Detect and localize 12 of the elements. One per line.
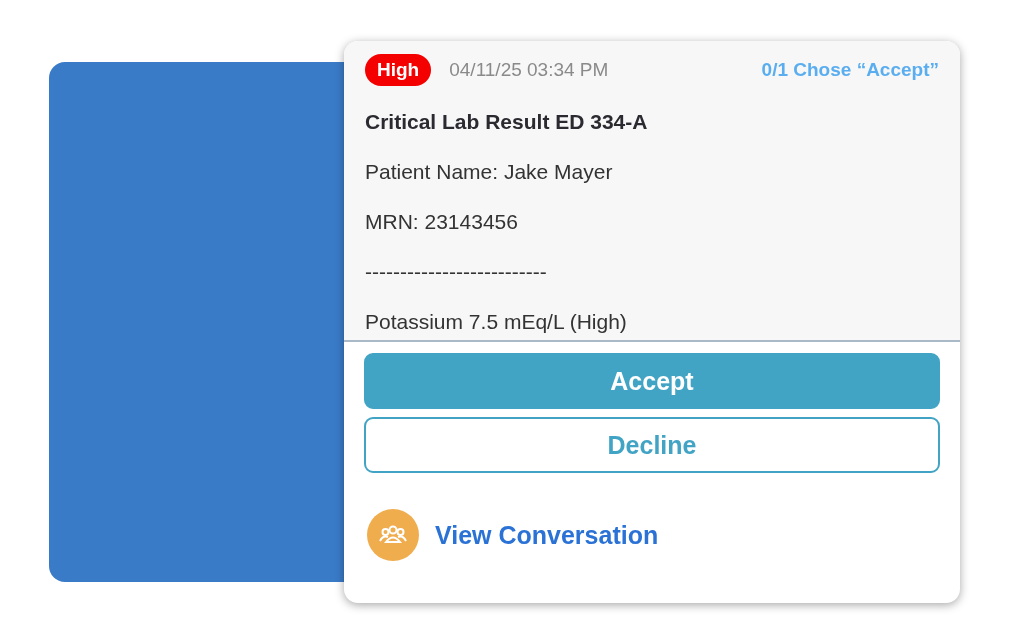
priority-badge: High bbox=[365, 54, 432, 86]
timestamp: 04/11/25 03:34 PM bbox=[449, 59, 609, 81]
decline-button[interactable]: Decline bbox=[364, 417, 940, 473]
alert-line: Patient Name: Jake Mayer bbox=[365, 160, 614, 184]
view-conversation-link[interactable]: View Conversation bbox=[435, 520, 659, 550]
alert-line: -------------------------- bbox=[365, 260, 548, 284]
alert-line: MRN: 23143456 bbox=[365, 210, 519, 234]
accept-button[interactable]: Accept bbox=[364, 353, 940, 409]
alert-line: Potassium 7.5 mEq/L (High) bbox=[365, 310, 628, 334]
group-icon bbox=[367, 509, 419, 561]
response-status: 0/1 Chose “Accept” bbox=[761, 59, 939, 81]
alert-title: Critical Lab Result ED 334-A bbox=[365, 110, 649, 134]
